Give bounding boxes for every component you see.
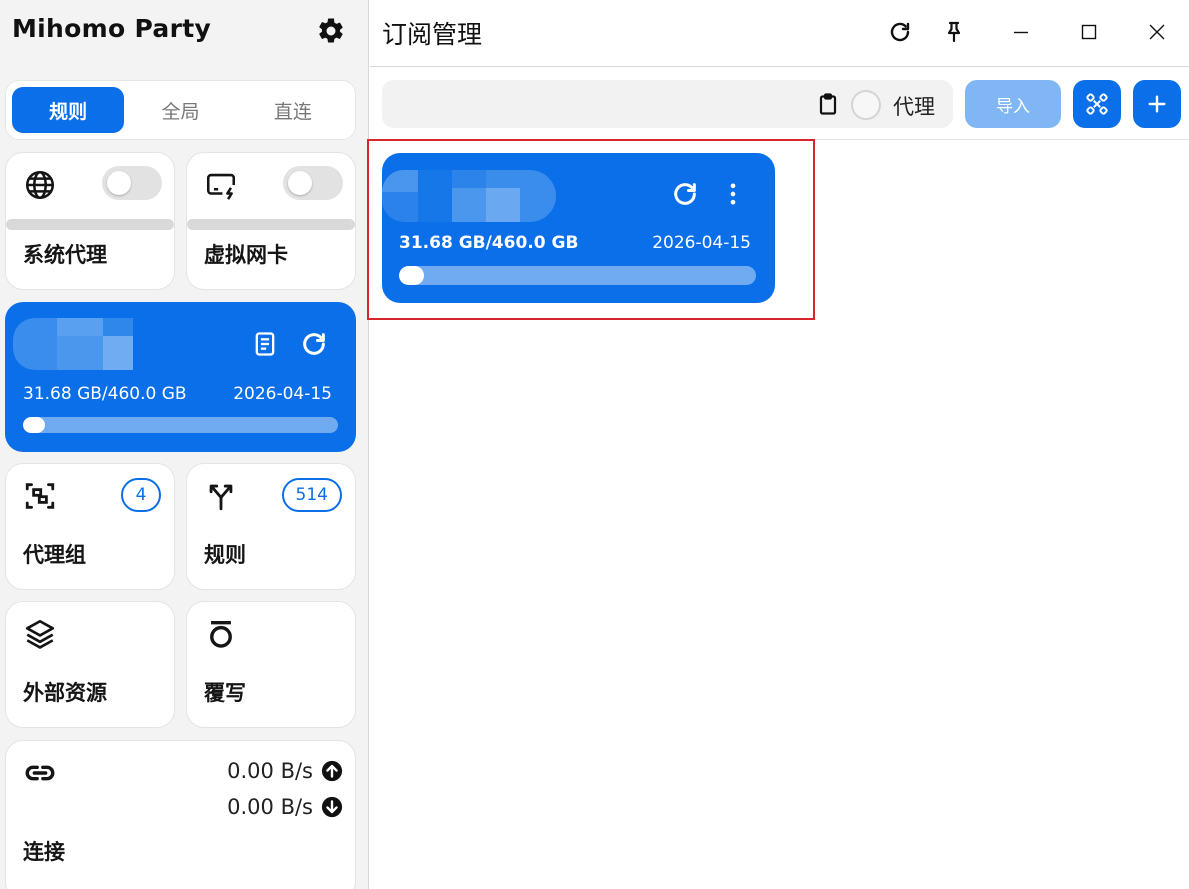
sidebar: Mihomo Party 规则 全局 直连 系统代理 虚拟网卡 31.68 GB… — [0, 0, 369, 889]
document-icon — [255, 332, 275, 356]
mode-tab-global[interactable]: 全局 — [124, 87, 236, 133]
link-nodes-icon — [1086, 93, 1108, 115]
download-speed-row: 0.00 B/s — [227, 795, 343, 819]
connections-card[interactable]: 0.00 B/s 0.00 B/s 连接 — [5, 740, 356, 889]
virtual-nic-label: 虚拟网卡 — [204, 243, 288, 267]
subscription-usage-fill — [399, 266, 424, 285]
subscription-toolbar: 代理 导入 — [370, 68, 1189, 140]
refresh-icon — [674, 183, 696, 205]
profile-usage-progress — [23, 417, 338, 433]
import-button[interactable]: 导入 — [965, 80, 1061, 128]
refresh-icon — [890, 22, 910, 42]
profile-log-button[interactable] — [248, 327, 282, 361]
subscription-expire-date: 2026-04-15 — [652, 233, 751, 253]
profile-refresh-button[interactable] — [297, 327, 331, 361]
link-icon — [25, 765, 55, 781]
app-window: Mihomo Party 规则 全局 直连 系统代理 虚拟网卡 31.68 GB… — [0, 0, 1189, 889]
app-brand: Mihomo Party — [12, 14, 212, 43]
refresh-icon — [303, 333, 325, 355]
arrow-up-circle-icon — [321, 760, 343, 782]
subscription-usage-progress — [399, 266, 756, 285]
mode-tab-direct[interactable]: 直连 — [237, 87, 349, 133]
profile-name-redacted — [13, 318, 133, 370]
settings-button[interactable] — [313, 13, 349, 49]
maximize-button[interactable] — [1071, 14, 1107, 50]
subscription-usage: 31.68 GB/460.0 GB — [399, 233, 579, 253]
system-proxy-card[interactable]: 系统代理 — [5, 152, 175, 290]
rules-label: 规则 — [204, 543, 246, 567]
subscription-refresh-button[interactable] — [668, 177, 702, 211]
url-input-container: 代理 — [382, 80, 953, 128]
maximize-icon — [1081, 24, 1097, 40]
rules-count: 514 — [281, 478, 342, 512]
proxy-groups-count: 4 — [121, 478, 161, 512]
override-label: 覆写 — [204, 681, 246, 705]
globe-icon — [25, 170, 55, 200]
new-local-profile-button[interactable] — [1073, 80, 1121, 128]
proxy-groups-label: 代理组 — [23, 543, 86, 567]
main-panel: 订阅管理 代理 导入 31.68 GB/460.0 GB 2026-04-15 — [370, 0, 1189, 889]
system-proxy-status-bar — [6, 219, 174, 230]
subscription-url-input[interactable] — [382, 80, 802, 128]
arrow-down-circle-icon — [321, 796, 343, 818]
minimize-button[interactable] — [1003, 14, 1039, 50]
profile-usage: 31.68 GB/460.0 GB — [23, 384, 187, 404]
proxy-groups-card[interactable]: 4 代理组 — [5, 463, 175, 590]
close-icon — [1149, 24, 1165, 40]
override-icon — [210, 620, 232, 648]
use-proxy-checkbox[interactable] — [851, 90, 881, 120]
use-proxy-label: 代理 — [893, 95, 935, 119]
subscription-more-button[interactable] — [716, 177, 750, 211]
minimize-icon — [1014, 31, 1028, 34]
profile-usage-fill — [23, 417, 45, 433]
virtual-nic-toggle[interactable] — [283, 166, 343, 200]
layers-icon — [25, 619, 55, 649]
upload-speed: 0.00 B/s — [227, 759, 313, 783]
rule-fork-icon — [209, 484, 233, 511]
download-speed: 0.00 B/s — [227, 795, 313, 819]
mode-switcher: 规则 全局 直连 — [5, 80, 356, 140]
close-button[interactable] — [1139, 14, 1175, 50]
reload-button[interactable] — [882, 14, 918, 50]
rules-card[interactable]: 514 规则 — [186, 463, 356, 590]
page-title: 订阅管理 — [382, 20, 483, 49]
pin-icon — [947, 21, 961, 43]
override-card[interactable]: 覆写 — [186, 601, 356, 728]
title-bar: 订阅管理 — [370, 0, 1189, 67]
resources-card[interactable]: 外部资源 — [5, 601, 175, 728]
clipboard-icon — [819, 93, 837, 115]
toggle-knob — [288, 171, 312, 195]
paste-button[interactable] — [814, 90, 842, 118]
toggle-knob — [107, 171, 131, 195]
resources-label: 外部资源 — [23, 681, 107, 705]
current-profile-card[interactable]: 31.68 GB/460.0 GB 2026-04-15 — [5, 302, 356, 452]
gear-icon — [319, 18, 343, 43]
connections-label: 连接 — [23, 840, 65, 864]
pin-button[interactable] — [936, 14, 972, 50]
subscription-name-redacted — [382, 170, 556, 222]
virtual-nic-status-bar — [187, 219, 355, 230]
virtual-nic-card[interactable]: 虚拟网卡 — [186, 152, 356, 290]
system-proxy-toggle[interactable] — [102, 166, 162, 200]
mode-tab-rule[interactable]: 规则 — [12, 87, 125, 133]
profile-expire-date: 2026-04-15 — [233, 384, 332, 404]
upload-speed-row: 0.00 B/s — [227, 759, 343, 783]
subscription-card[interactable]: 31.68 GB/460.0 GB 2026-04-15 — [382, 153, 775, 303]
proxy-group-icon — [25, 483, 55, 509]
more-vertical-icon — [730, 183, 736, 205]
add-profile-button[interactable] — [1133, 80, 1181, 128]
plus-icon — [1148, 95, 1166, 113]
network-card-icon — [206, 173, 236, 200]
system-proxy-label: 系统代理 — [23, 243, 107, 267]
